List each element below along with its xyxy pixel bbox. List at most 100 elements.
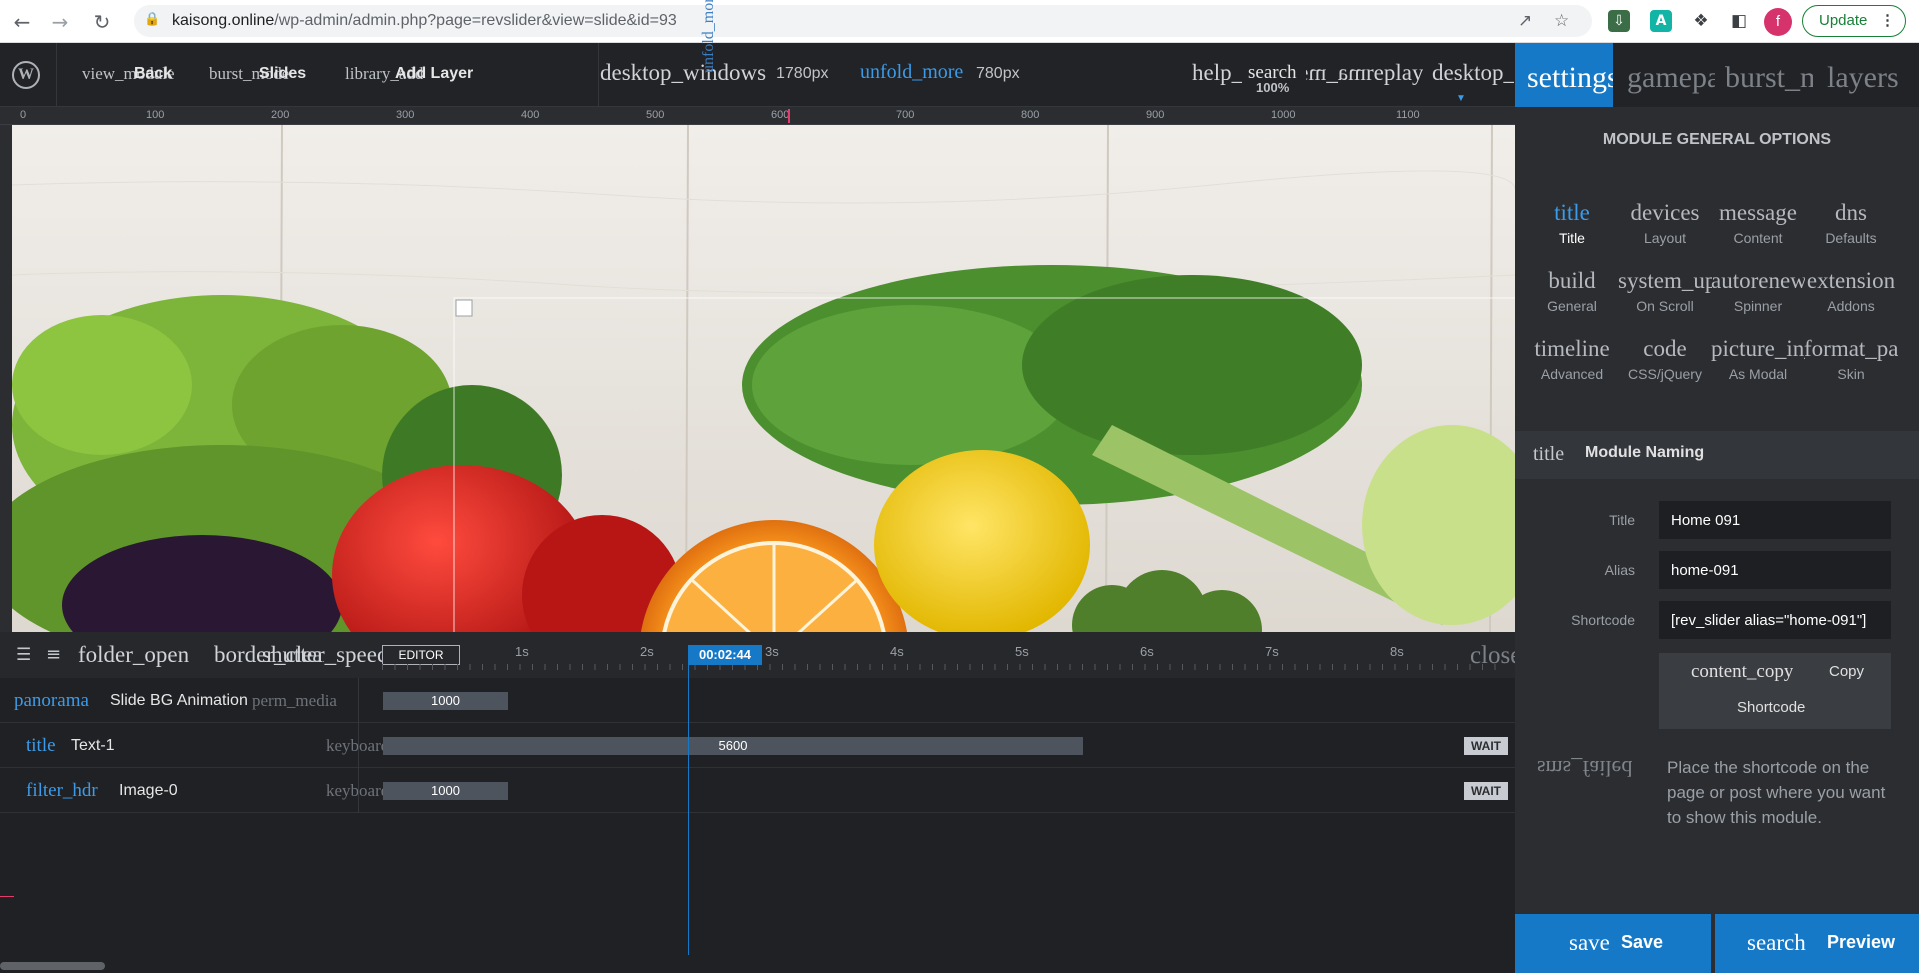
build-icon: build	[1548, 268, 1596, 293]
time-tick: 3s	[765, 644, 779, 659]
ruler-tick: 400	[521, 109, 540, 121]
horizontal-scrollbar[interactable]	[0, 962, 105, 970]
canvas-height-value[interactable]: 780px	[976, 65, 1020, 83]
slides-label: Slides	[259, 65, 307, 82]
lock-icon: 🔒	[144, 12, 161, 27]
wait-badge[interactable]: WAIT	[1464, 737, 1508, 755]
extension-download-icon[interactable]: ⇩	[1608, 10, 1630, 32]
save-button[interactable]: save Save	[1515, 914, 1711, 973]
option-content[interactable]: message Content	[1711, 198, 1805, 246]
share-icon[interactable]: ↗	[1518, 11, 1532, 31]
tab-settings[interactable]: settings	[1515, 43, 1613, 107]
extension-a-icon[interactable]: A	[1650, 10, 1672, 32]
puzzle-icon[interactable]: ❖	[1690, 10, 1712, 32]
preview-label: Preview	[1827, 932, 1896, 952]
timeline-row[interactable]: title Text-1 keyboard_tab 5600 WAIT	[0, 723, 1515, 768]
editor-toolbar: W view_module Back burst_mode Slides lib…	[0, 0, 1515, 107]
option-addons[interactable]: extension Addons	[1804, 266, 1898, 314]
shortcode-input[interactable]	[1659, 601, 1891, 639]
tab-layers[interactable]: layers	[1827, 43, 1917, 107]
tab-gamepad[interactable]: gamepad	[1627, 43, 1715, 107]
editor-mode-button[interactable]: EDITOR	[382, 645, 460, 665]
preview-button[interactable]: search Preview	[1715, 914, 1919, 973]
back-icon[interactable]: ←	[8, 8, 36, 36]
reload-icon[interactable]: ↻	[88, 8, 116, 36]
ruler-tick: 300	[396, 109, 415, 121]
forward-icon[interactable]: →	[46, 8, 74, 36]
option-label: Content	[1733, 230, 1783, 246]
close-icon[interactable]: close	[1470, 642, 1515, 670]
timeline-bar[interactable]: 5600	[383, 737, 1083, 755]
marker	[0, 896, 14, 897]
ruler-tick: 900	[1146, 109, 1165, 121]
copy-shortcode-button[interactable]: content_copy Copy Shortcode	[1659, 653, 1891, 729]
slide-background-image	[12, 125, 1515, 632]
folder-open-icon[interactable]: folder_open	[78, 642, 189, 668]
url-text[interactable]: kaisong.online/wp-admin/admin.php?page=r…	[172, 12, 677, 30]
ruler-tick: 700	[896, 109, 915, 121]
chevron-down-icon[interactable]: ▼	[1456, 93, 1466, 104]
zoom-level[interactable]: 100%	[1256, 80, 1289, 95]
help-icon[interactable]: help_	[1192, 60, 1242, 86]
bookmark-star-icon[interactable]: ☆	[1554, 11, 1569, 31]
timeline-row[interactable]: filter_hdr Image-0 keyboard_tab 1000 WAI…	[0, 768, 1515, 813]
wait-badge[interactable]: WAIT	[1464, 782, 1508, 800]
title-field-label: Title	[1609, 512, 1635, 528]
option-as-modal[interactable]: picture_in_picture As Modal	[1711, 334, 1805, 382]
canvas-width-value[interactable]: 1780px	[776, 65, 829, 83]
option-css-jquery[interactable]: code CSS/jQuery	[1618, 334, 1712, 382]
device-select-icon[interactable]: desktop_	[1432, 60, 1514, 86]
slide-canvas[interactable]	[12, 125, 1515, 632]
title-input[interactable]	[1659, 501, 1891, 539]
option-skin[interactable]: format_paint Skin	[1804, 334, 1898, 382]
option-label: General	[1547, 298, 1597, 314]
desktop-windows-icon[interactable]: desktop_windows	[600, 60, 766, 86]
timeline-row[interactable]: panorama Slide BG Animation perm_media 1…	[0, 678, 1515, 723]
slides-button[interactable]: burst_mode Slides	[209, 62, 309, 88]
title-icon: title	[1554, 200, 1590, 225]
option-title[interactable]: title Title	[1525, 198, 1619, 246]
ruler-tick: 800	[1021, 109, 1040, 121]
playhead-line[interactable]	[688, 665, 689, 955]
browser-toolbar: ← → ↻ 🔒 kaisong.online/wp-admin/admin.ph…	[0, 0, 1919, 43]
back-to-module-button[interactable]: view_module Back	[82, 62, 192, 88]
side-panel-icon[interactable]: ◧	[1728, 10, 1750, 32]
time-tick: 7s	[1265, 644, 1279, 659]
back-label: Back	[134, 65, 173, 82]
option-on-scroll[interactable]: system_update On Scroll	[1618, 266, 1712, 314]
url-path: /wp-admin/admin.php?page=revslider&view=…	[274, 12, 677, 29]
add-layer-button[interactable]: library_add Add Layer	[345, 62, 475, 88]
timeline-bar[interactable]: 1000	[383, 692, 508, 710]
playhead-time[interactable]: 00:02:44	[688, 645, 762, 665]
update-button[interactable]: Update ⋮	[1802, 5, 1906, 37]
kebab-menu-icon[interactable]: ⋮	[1880, 6, 1895, 36]
replay-icon[interactable]: replay	[1366, 60, 1423, 86]
option-general[interactable]: build General	[1525, 266, 1619, 314]
system-update-icon: system_update	[1618, 268, 1712, 293]
tab-slides[interactable]: burst_mode	[1725, 43, 1813, 107]
timeline-bar[interactable]: 1000	[383, 782, 508, 800]
layer-name[interactable]: Text-1	[71, 737, 115, 755]
layer-name[interactable]: Image-0	[119, 782, 178, 800]
option-label: As Modal	[1728, 366, 1788, 382]
option-advanced[interactable]: timeline Advanced	[1525, 334, 1619, 382]
code-icon: code	[1643, 336, 1687, 361]
divider	[358, 678, 359, 813]
wordpress-logo-icon[interactable]: W	[12, 61, 40, 89]
option-label: CSS/jQuery	[1628, 366, 1702, 382]
unfold-more-icon[interactable]: unfold_more	[860, 61, 963, 84]
alias-input[interactable]	[1659, 551, 1891, 589]
divider	[56, 43, 57, 107]
sms-failed-icon: sms_failed	[1537, 756, 1633, 781]
time-ruler	[382, 664, 1502, 670]
avatar[interactable]: f	[1764, 8, 1792, 36]
layers-icon[interactable]: ☰	[16, 645, 31, 665]
option-defaults[interactable]: dns Defaults	[1804, 198, 1898, 246]
menu-icon[interactable]: ≡	[46, 644, 61, 665]
option-spinner[interactable]: autorenew Spinner	[1711, 266, 1805, 314]
layer-name[interactable]: Slide BG Animation	[110, 692, 248, 710]
undo-icon[interactable]: ma_mɘ	[1306, 60, 1366, 86]
option-layout[interactable]: devices Layout	[1618, 198, 1712, 246]
option-label: Defaults	[1825, 230, 1877, 246]
address-bar[interactable]: 🔒 kaisong.online/wp-admin/admin.php?page…	[134, 5, 1592, 37]
